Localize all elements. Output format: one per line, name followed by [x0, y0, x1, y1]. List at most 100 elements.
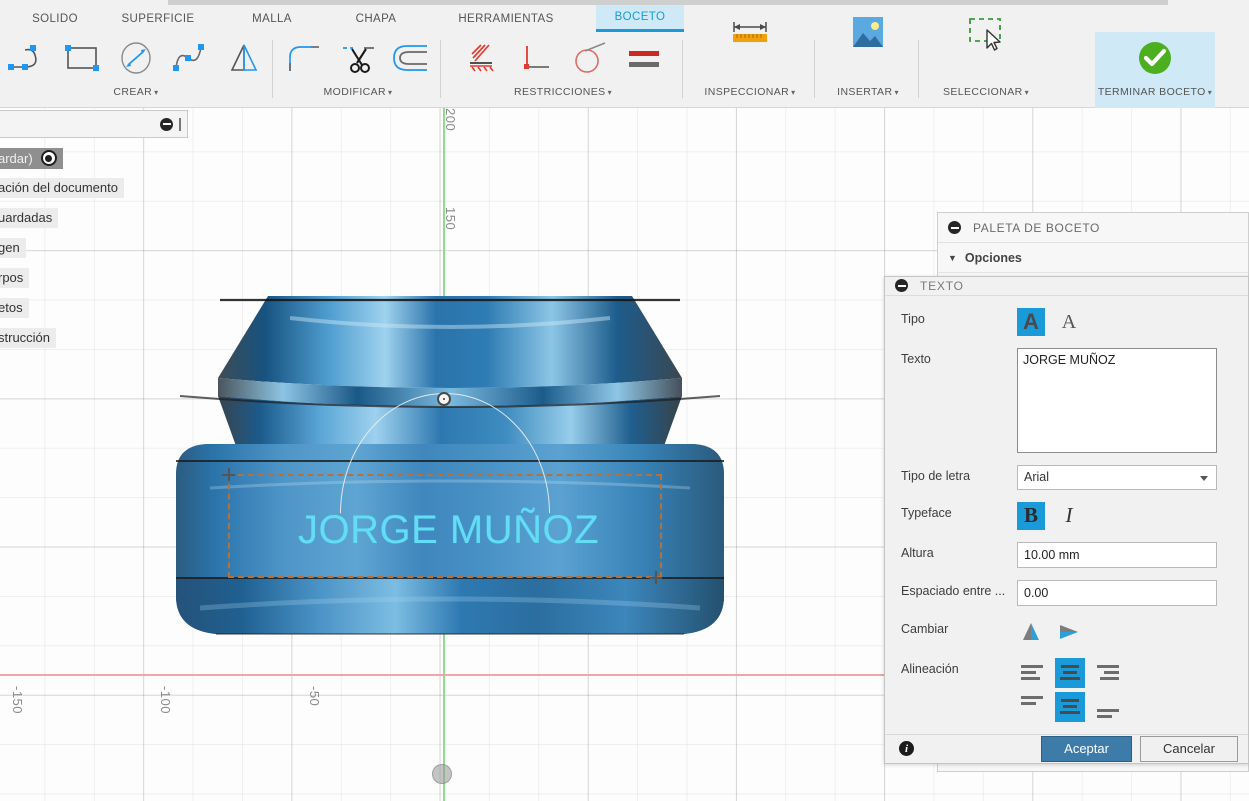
panel-separator [272, 40, 273, 98]
panel-restricciones-icons [455, 32, 671, 84]
texto-dialog[interactable]: TEXTO Tipo A A Texto [884, 276, 1249, 764]
italic-toggle-button[interactable]: I [1055, 502, 1083, 530]
row-cambiar: Cambiar [901, 618, 1234, 646]
italic-icon: I [1066, 505, 1073, 526]
panel-insertar: INSERTAR▾ [818, 32, 918, 108]
offset-icon[interactable] [385, 32, 439, 84]
flip-vertical-button[interactable] [1055, 618, 1083, 646]
grid-label-neg150: -150 [10, 686, 25, 714]
label-tipo-de-letra: Tipo de letra [901, 465, 1017, 483]
sketch-text-preview: JORGE MUÑOZ [298, 508, 599, 553]
tree-item-saved-views[interactable]: uardadas [0, 208, 58, 228]
font-family-value: Arial [1024, 470, 1049, 484]
cambiar-options [1017, 618, 1234, 646]
circle-icon[interactable] [109, 32, 163, 84]
rectangle-icon[interactable] [55, 32, 109, 84]
row-alineacion: Alineación [901, 658, 1234, 722]
collapse-icon[interactable] [948, 221, 961, 234]
sketch-palette-titlebar[interactable]: PALETA DE BOCETO [938, 213, 1248, 243]
equal-icon[interactable] [617, 32, 671, 84]
tree-item-label: etos [0, 300, 23, 315]
chevron-down-icon: ▾ [154, 88, 158, 97]
panel-inspeccionar-label[interactable]: INSPECCIONAR▾ [704, 86, 795, 98]
visibility-toggle-icon[interactable] [41, 150, 57, 166]
align-center-button[interactable] [1055, 658, 1085, 688]
texto-dialog-titlebar[interactable]: TEXTO [885, 277, 1248, 296]
align-top-button[interactable] [1017, 692, 1047, 722]
alineacion-control [1017, 658, 1234, 722]
tab-chapa[interactable]: CHAPA [334, 5, 418, 32]
browser-panel-header[interactable] [0, 110, 188, 138]
panel-insertar-icons [826, 32, 910, 84]
select-window-icon[interactable] [944, 8, 1028, 84]
spline-icon[interactable] [163, 32, 217, 84]
info-icon[interactable]: i [899, 741, 914, 756]
texto-dialog-footer: i Aceptar Cancelar [885, 734, 1248, 763]
flip-horizontal-icon [1020, 621, 1042, 643]
panel-seleccionar-label[interactable]: SELECCIONAR▾ [943, 86, 1029, 98]
bold-toggle-button[interactable]: B [1017, 502, 1045, 530]
align-middle-button[interactable] [1055, 692, 1085, 722]
panel-crear-label[interactable]: CREAR▾ [113, 86, 158, 98]
panel-modificar-label[interactable]: MODIFICAR▾ [324, 86, 393, 98]
alignment-groups [1017, 658, 1123, 722]
bold-icon: B [1024, 505, 1038, 526]
panel-separator [918, 40, 919, 98]
flip-horizontal-button[interactable] [1017, 618, 1045, 646]
panel-label-text: RESTRICCIONES [514, 86, 606, 98]
panel-seleccionar-icons [944, 32, 1028, 84]
tab-superficie[interactable]: SUPERFICIE [104, 5, 212, 32]
green-check-icon [1134, 32, 1176, 84]
panel-insertar-label[interactable]: INSERTAR▾ [837, 86, 899, 98]
browser-resize-handle[interactable] [179, 118, 181, 131]
cancelar-button[interactable]: Cancelar [1140, 736, 1238, 762]
text-type-normal-button[interactable]: A [1017, 308, 1045, 336]
text-box-handle-topleft[interactable] [222, 468, 235, 481]
mirror-icon[interactable] [217, 32, 271, 84]
finish-sketch-button[interactable]: TERMINAR BOCETO▾ [1095, 32, 1215, 108]
fix-constraint-icon[interactable] [455, 32, 509, 84]
align-left-button[interactable] [1017, 658, 1047, 688]
panel-label-text: MODIFICAR [324, 86, 387, 98]
tree-item-document-root[interactable]: ardar) [0, 148, 63, 169]
tree-item-construction[interactable]: strucción [0, 328, 56, 348]
horizontal-alignment-group [1017, 658, 1123, 688]
line-icon[interactable] [1, 32, 55, 84]
tree-item-sketches[interactable]: etos [0, 298, 29, 318]
tangent-icon[interactable] [563, 32, 617, 84]
letter-a-outline-icon: A [1062, 312, 1076, 332]
panel-restricciones-label[interactable]: RESTRICCIONES▾ [514, 86, 612, 98]
tree-item-document-settings[interactable]: ación del documento [0, 178, 124, 198]
panel-modificar: MODIFICAR▾ [276, 32, 440, 108]
collapse-icon[interactable] [895, 279, 908, 292]
tab-malla[interactable]: MALLA [230, 5, 314, 32]
tab-herramientas[interactable]: HERRAMIENTAS [436, 5, 576, 32]
browser-collapse-icon[interactable] [160, 118, 173, 131]
measure-icon[interactable] [708, 8, 792, 84]
tree-item-bodies[interactable]: rpos [0, 268, 29, 288]
text-box-handle-bottomright[interactable] [649, 571, 662, 584]
tab-solido[interactable]: SOLIDO [10, 5, 100, 32]
tree-item-origin[interactable]: gen [0, 238, 26, 258]
text-type-along-path-button[interactable]: A [1055, 308, 1083, 336]
altura-input[interactable] [1017, 542, 1217, 568]
grid-label-150: 150 [443, 207, 458, 230]
fillet-icon[interactable] [277, 32, 331, 84]
grid-label-200: 200 [443, 108, 458, 131]
tab-boceto[interactable]: BOCETO [596, 5, 684, 32]
panel-crear: CREAR▾ [0, 32, 272, 108]
panel-restricciones: RESTRICCIONES▾ [444, 32, 682, 108]
align-bottom-button[interactable] [1093, 692, 1123, 722]
sketch-arc-midpoint[interactable] [437, 392, 451, 406]
palette-section-opciones[interactable]: ▼ Opciones [938, 243, 1248, 273]
espaciado-input[interactable] [1017, 580, 1217, 606]
aceptar-button[interactable]: Aceptar [1041, 736, 1132, 762]
texto-textarea[interactable] [1017, 348, 1217, 453]
font-family-select[interactable]: Arial [1017, 465, 1217, 490]
insert-image-icon[interactable] [826, 8, 910, 84]
origin-point[interactable] [432, 764, 452, 784]
perpendicular-icon[interactable] [509, 32, 563, 84]
align-right-button[interactable] [1093, 658, 1123, 688]
trim-icon[interactable] [331, 32, 385, 84]
panel-label-text: CREAR [113, 86, 152, 98]
